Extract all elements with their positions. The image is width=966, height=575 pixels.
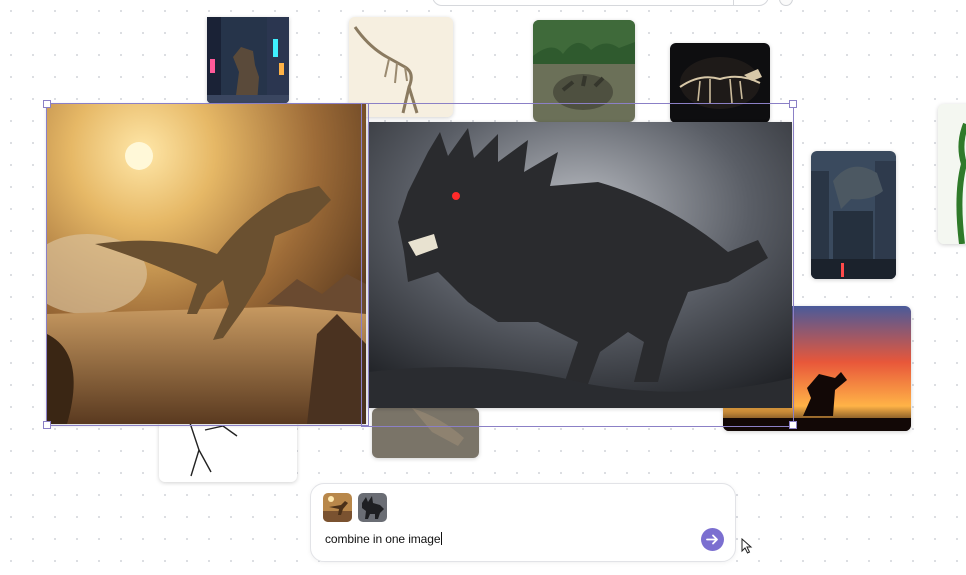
send-button[interactable]: [701, 528, 724, 551]
trex-desert-art: [47, 104, 366, 424]
image-dark-armored-dinosaur[interactable]: [368, 122, 792, 408]
prompt-composer[interactable]: combine in one image: [310, 483, 736, 562]
green-dinosaur-art: [938, 104, 966, 244]
attached-image-trex[interactable]: [323, 493, 352, 522]
image-museum-skeleton[interactable]: [670, 43, 770, 123]
city-dinosaur-art: [811, 151, 896, 279]
museum-skeleton-art: [670, 43, 770, 123]
image-cyberpunk-dinosaur[interactable]: [207, 17, 289, 103]
dark-dinosaur-art: [368, 122, 792, 408]
image-green-dinosaur-partial[interactable]: [938, 104, 966, 244]
top-search-button[interactable]: [733, 0, 768, 5]
image-dinosaur-skeleton-sketch[interactable]: [349, 17, 453, 117]
image-dinosaur-footprint[interactable]: [533, 20, 635, 122]
line-drawing-art: [188, 420, 238, 477]
top-search-bar[interactable]: [432, 0, 769, 6]
image-dinosaur-head[interactable]: [372, 408, 479, 458]
image-dinosaur-city[interactable]: [811, 151, 896, 279]
image-line-drawing[interactable]: [159, 420, 297, 482]
mouse-pointer-icon: [741, 538, 753, 554]
footprint-art: [533, 20, 635, 122]
prompt-text: combine in one image: [325, 532, 441, 546]
resize-handle-top-left[interactable]: [43, 100, 51, 108]
top-round-button[interactable]: [779, 0, 793, 6]
prompt-input[interactable]: combine in one image: [325, 532, 443, 546]
image-trex-desert[interactable]: [47, 104, 366, 424]
skeleton-sketch-art: [349, 17, 453, 117]
attached-trex-art: [323, 493, 352, 522]
text-caret: [441, 532, 443, 545]
resize-handle-bottom-left[interactable]: [43, 421, 51, 429]
resize-handle-top-right[interactable]: [789, 100, 797, 108]
resize-handle-bottom-right[interactable]: [789, 421, 797, 429]
dinosaur-head-art: [372, 408, 479, 458]
cyberpunk-dinosaur-art: [207, 17, 289, 103]
arrow-right-icon: [706, 534, 718, 545]
attached-dark-dino-art: [358, 493, 387, 522]
attached-image-dark-dino[interactable]: [358, 493, 387, 522]
